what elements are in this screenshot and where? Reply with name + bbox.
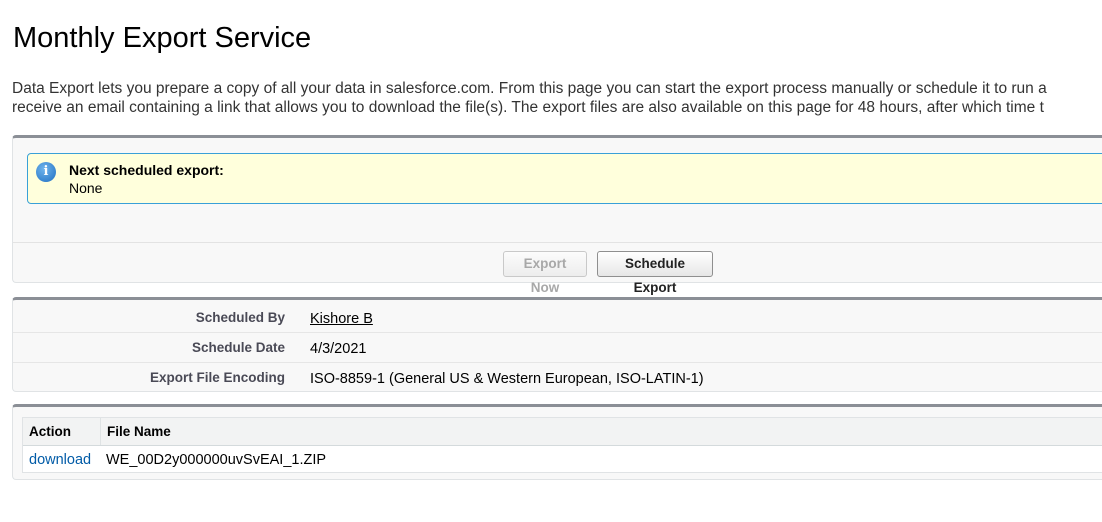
- detail-label: Export File Encoding: [149, 370, 285, 385]
- detail-row-scheduled-by: Scheduled By Kishore B: [13, 302, 1102, 333]
- detail-label: Schedule Date: [191, 340, 285, 355]
- column-header-file-name: File Name: [107, 424, 171, 439]
- column-divider: [100, 418, 101, 445]
- download-link[interactable]: download: [29, 452, 91, 468]
- detail-label: Scheduled By: [195, 310, 285, 325]
- export-details-panel: Scheduled By Kishore B Schedule Date 4/3…: [12, 297, 1102, 392]
- next-export-message: i Next scheduled export: None: [27, 153, 1102, 204]
- divider: [13, 242, 1102, 243]
- schedule-export-button[interactable]: Schedule Export: [597, 251, 713, 295]
- message-title: Next scheduled export:: [69, 162, 224, 178]
- info-icon: i: [36, 162, 56, 182]
- export-files-panel: Action File Name download WE_00D2y000000…: [12, 404, 1102, 480]
- detail-value: ISO-8859-1 (General US & Western Europea…: [310, 371, 704, 387]
- page-title: Monthly Export Service: [13, 22, 312, 54]
- description-line: Data Export lets you prepare a copy of a…: [12, 80, 1047, 97]
- page-description: Data Export lets you prepare a copy of a…: [12, 79, 1102, 117]
- detail-value: 4/3/2021: [310, 341, 367, 357]
- file-name: WE_00D2y000000uvSvEAI_1.ZIP: [106, 452, 327, 468]
- message-value: None: [69, 180, 103, 196]
- scheduled-by-link[interactable]: Kishore B: [310, 311, 373, 327]
- detail-row-schedule-date: Schedule Date 4/3/2021: [13, 332, 1102, 363]
- detail-row-encoding: Export File Encoding ISO-8859-1 (General…: [13, 362, 1102, 392]
- export-files-table: Action File Name download WE_00D2y000000…: [22, 417, 1102, 473]
- table-header: Action File Name: [23, 418, 1102, 446]
- column-header-action: Action: [29, 424, 71, 439]
- description-line: receive an email containing a link that …: [12, 99, 1044, 116]
- export-schedule-panel: i Next scheduled export: None Export Now…: [12, 135, 1102, 295]
- export-now-button[interactable]: Export Now: [503, 251, 587, 295]
